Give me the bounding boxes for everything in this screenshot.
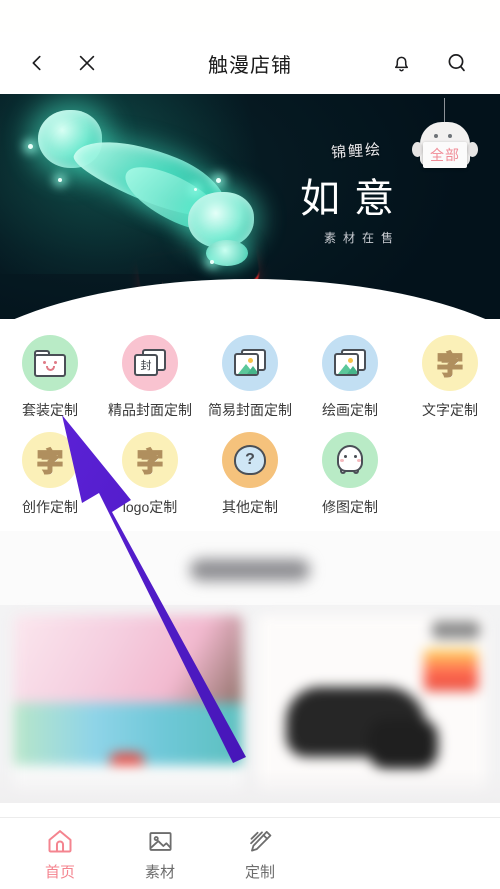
image-stack-icon — [334, 349, 366, 377]
category-icon-circle: ? — [222, 432, 278, 488]
notifications-button[interactable] — [386, 48, 416, 78]
category-label: 修图定制 — [322, 499, 378, 515]
image-stack-icon — [234, 349, 266, 377]
search-button[interactable] — [442, 48, 472, 78]
app-header: 触漫店铺 — [0, 32, 500, 94]
robot-eye-right-icon — [448, 134, 452, 138]
feed-card-list — [0, 605, 500, 795]
category-item-qita[interactable]: ? 其他定制 — [200, 432, 300, 517]
tab-home[interactable]: 首页 — [10, 825, 110, 882]
category-item-taozhuang[interactable]: 套装定制 — [0, 335, 100, 420]
shop-banner[interactable]: 锦鲤绘 如意 素材在售 全部 — [0, 94, 500, 319]
category-item-empty — [400, 432, 500, 517]
category-label: 精品封面定制 — [108, 402, 192, 418]
category-label: 其他定制 — [222, 499, 278, 515]
lantern-badge-label: 全部 — [423, 142, 467, 168]
banner-subtitle: 素材在售 — [323, 231, 400, 245]
close-button[interactable] — [72, 48, 102, 78]
category-icon-circle — [322, 335, 378, 391]
robot-lantern[interactable]: 全部 — [412, 98, 478, 190]
tab-custom[interactable]: 定制 — [210, 825, 310, 882]
bell-icon — [394, 56, 408, 71]
app-screen: 触漫店铺 锦鲤绘 如意 素材在售 全部 套装定制 封 精品封面定制 简易封面定制… — [0, 0, 500, 889]
category-item-jianyifengmian[interactable]: 简易封面定制 — [200, 335, 300, 420]
feed-card-right[interactable] — [258, 615, 486, 795]
category-icon-circle — [22, 335, 78, 391]
category-label: 绘画定制 — [322, 402, 378, 418]
category-item-xiutu[interactable]: 修图定制 — [300, 432, 400, 517]
category-icon-circle: 字 — [122, 432, 178, 488]
category-label: logo定制 — [122, 499, 178, 515]
question-mark-icon: ? — [234, 445, 266, 475]
feed-fade-overlay — [0, 769, 500, 803]
back-button[interactable] — [22, 48, 52, 78]
category-icon-circle: 封 — [122, 335, 178, 391]
feed-section-title-blurred — [190, 559, 310, 581]
category-icon-circle — [222, 335, 278, 391]
folder-smile-icon — [34, 349, 66, 377]
tab-materials[interactable]: 素材 — [110, 825, 210, 882]
feed-card-left[interactable] — [14, 615, 242, 795]
category-item-wenzi[interactable]: 字 文字定制 — [400, 335, 500, 420]
header-left-actions — [0, 48, 102, 78]
category-grid: 套装定制 封 精品封面定制 简易封面定制 绘画定制 字 文字定制 字 创作定制 … — [0, 319, 500, 531]
category-item-logo[interactable]: 字 logo定制 — [100, 432, 200, 517]
text-zi-icon: 字 — [436, 350, 464, 381]
category-label: 简易封面定制 — [208, 402, 292, 418]
tab-label: 定制 — [244, 864, 275, 881]
category-label: 创作定制 — [22, 499, 78, 515]
banner-brand-text: 锦鲤绘 — [330, 142, 383, 162]
cover-cards-icon: 封 — [134, 349, 166, 377]
category-label: 套装定制 — [22, 402, 78, 418]
search-icon — [448, 54, 465, 72]
bottom-tab-bar: 首页 素材 定制 — [0, 817, 500, 889]
category-icon-circle: 字 — [22, 432, 78, 488]
robot-eye-left-icon — [434, 134, 438, 138]
tab-label: 首页 — [44, 864, 75, 881]
content-feed — [0, 531, 500, 803]
tab-label: 素材 — [144, 864, 175, 881]
category-item-huihua[interactable]: 绘画定制 — [300, 335, 400, 420]
category-icon-circle — [322, 432, 378, 488]
category-label: 文字定制 — [422, 402, 478, 418]
home-icon — [45, 825, 75, 855]
chevron-left-icon — [32, 55, 41, 71]
status-bar — [0, 0, 500, 32]
robot-ear-left-icon — [412, 142, 423, 157]
category-item-chuangzuo[interactable]: 字 创作定制 — [0, 432, 100, 517]
lantern-string-icon — [444, 98, 445, 124]
category-icon-circle: 字 — [422, 335, 478, 391]
cover-glyph: 封 — [134, 354, 158, 376]
category-item-jingpinfengmian[interactable]: 封 精品封面定制 — [100, 335, 200, 420]
robot-ear-right-icon — [467, 142, 478, 157]
banner-title: 如意 — [300, 176, 408, 221]
header-right-actions — [386, 48, 472, 78]
pencil-icon — [246, 825, 275, 855]
close-icon — [79, 55, 95, 71]
text-zi-icon: 字 — [136, 447, 164, 478]
image-icon — [146, 825, 175, 855]
feed-section-header — [0, 531, 500, 605]
ghost-icon — [335, 445, 365, 475]
text-zi-icon: 字 — [36, 447, 64, 478]
